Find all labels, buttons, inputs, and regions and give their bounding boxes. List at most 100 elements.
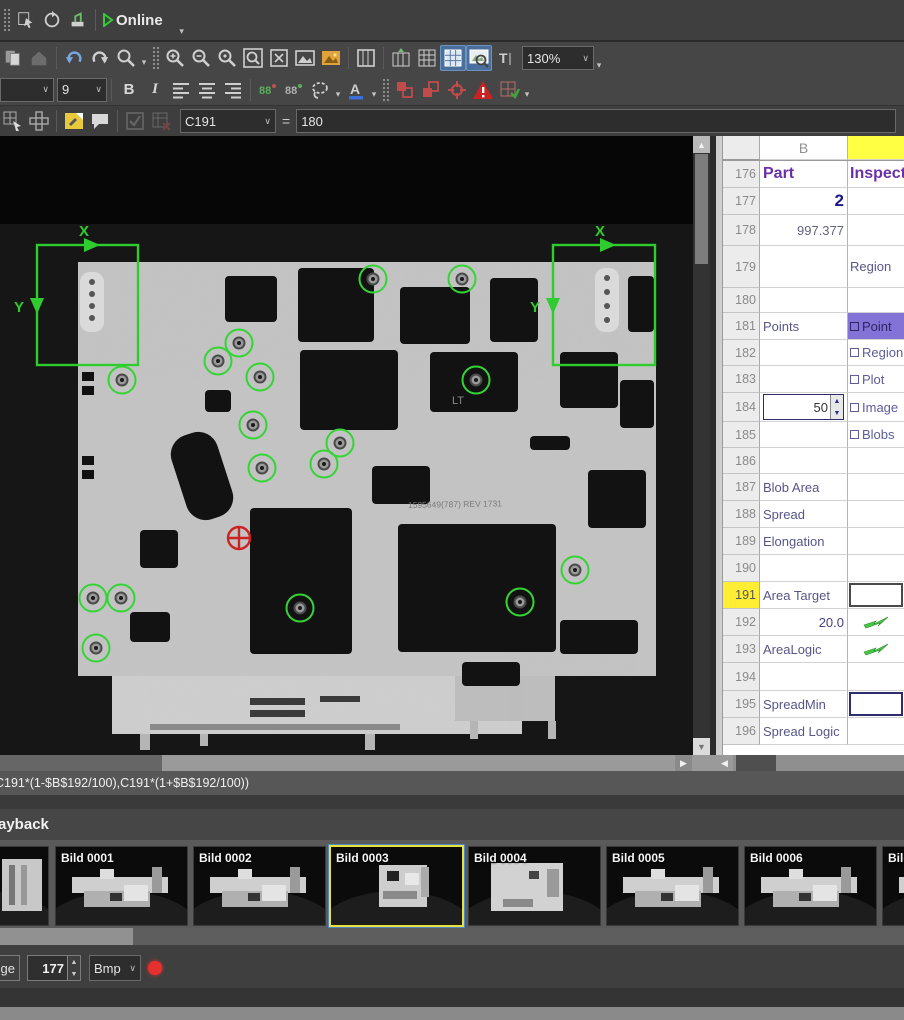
cell-state-icon[interactable]	[496, 77, 522, 103]
text-overlay-icon[interactable]: T	[492, 45, 518, 71]
row-header-180[interactable]: 180	[722, 288, 760, 313]
rotate-job-icon[interactable]	[39, 7, 65, 33]
row-header-183[interactable]: 183	[722, 366, 760, 393]
cell-C195[interactable]	[848, 691, 904, 718]
image-vertical-scrollbar[interactable]: ▲ ▼	[693, 136, 710, 755]
format-combo[interactable]: Bmp∨	[89, 955, 141, 981]
row-header-184[interactable]: 184	[722, 393, 760, 422]
cell-B186[interactable]	[760, 448, 848, 474]
cell-C196[interactable]	[848, 718, 904, 745]
zoom-out-icon[interactable]	[188, 45, 214, 71]
table-delete-icon[interactable]	[148, 108, 174, 134]
online-button[interactable]: Online	[116, 12, 163, 29]
cell-B184[interactable]: 50 ▲▼	[760, 393, 848, 422]
structure-icon[interactable]	[26, 108, 52, 134]
zoom-1to1-icon[interactable]	[214, 45, 240, 71]
bold-button[interactable]: B	[116, 77, 142, 103]
cell-B179[interactable]	[760, 246, 848, 288]
lasso-icon[interactable]	[307, 77, 333, 103]
cell-C193[interactable]	[848, 636, 904, 663]
cell-B177[interactable]: 2	[760, 188, 848, 215]
thumbnail-bild-0002[interactable]: Bild 0002	[193, 846, 326, 926]
decimal-format-icon[interactable]: 88	[281, 77, 307, 103]
image-viewport[interactable]: 1595649(787) REV 1731 LT X Y X Y	[0, 136, 693, 755]
row-header-191[interactable]: 191	[722, 582, 760, 609]
dropdown-arrow[interactable]: ▾	[139, 57, 149, 71]
insert-rows-icon[interactable]	[418, 77, 444, 103]
align-right-button[interactable]	[220, 77, 246, 103]
cell-B189[interactable]: Elongation	[760, 528, 848, 555]
column-header-c[interactable]	[848, 136, 904, 160]
cell-B180[interactable]	[760, 288, 848, 313]
image-display-icon[interactable]	[318, 45, 344, 71]
row-header-178[interactable]: 178	[722, 215, 760, 246]
number-format-icon[interactable]: 88	[255, 77, 281, 103]
edit-note-icon[interactable]	[61, 108, 87, 134]
cell-C187[interactable]	[848, 474, 904, 501]
scroll-left-button[interactable]: ◀	[716, 755, 733, 771]
select-tool-icon[interactable]	[0, 108, 26, 134]
row-header-189[interactable]: 189	[722, 528, 760, 555]
align-center-button[interactable]	[194, 77, 220, 103]
checkbox-icon[interactable]	[850, 348, 859, 357]
sheet-horizontal-scrollbar[interactable]: ◀	[716, 755, 904, 771]
italic-button[interactable]: I	[142, 77, 168, 103]
checkbox-icon[interactable]	[850, 403, 859, 412]
cell-B181[interactable]: Points	[760, 313, 848, 340]
cell-C188[interactable]	[848, 501, 904, 528]
zoom-pointer-icon[interactable]	[113, 45, 139, 71]
cell-C192[interactable]	[848, 609, 904, 636]
spin-up-icon[interactable]: ▲	[68, 956, 80, 968]
toolbar-grip[interactable]	[382, 78, 389, 102]
cell-B187[interactable]: Blob Area	[760, 474, 848, 501]
column-header-b[interactable]: B	[760, 136, 848, 160]
cell-B195[interactable]: SpreadMin	[760, 691, 848, 718]
cell-C181[interactable]: Point	[848, 313, 904, 340]
spreadsheet-panel[interactable]: B 176PartInspect1772178997.377179Region1…	[716, 136, 904, 755]
filmstrip-icon[interactable]	[353, 45, 379, 71]
row-header-176[interactable]: 176	[722, 161, 760, 188]
cell-B192[interactable]: 20.0	[760, 609, 848, 636]
scroll-up-button[interactable]: ▲	[693, 136, 710, 153]
scroll-right-button[interactable]: ▶	[675, 755, 692, 771]
cell-B178[interactable]: 997.377	[760, 215, 848, 246]
checkbox-icon[interactable]	[850, 375, 859, 384]
zoom-fit-icon[interactable]	[266, 45, 292, 71]
cell-B188[interactable]: Spread	[760, 501, 848, 528]
cell-B185[interactable]	[760, 422, 848, 448]
checkbox-icon[interactable]	[850, 322, 859, 331]
row-header-194[interactable]: 194	[722, 663, 760, 691]
row-header-195[interactable]: 195	[722, 691, 760, 718]
copy-icon[interactable]	[0, 45, 26, 71]
row-header-179[interactable]: 179	[722, 246, 760, 288]
grid-view-icon[interactable]	[440, 45, 466, 71]
cell-C194[interactable]	[848, 663, 904, 691]
redo-icon[interactable]	[87, 45, 113, 71]
toolbar-overflow[interactable]: ▾	[594, 60, 604, 74]
dropdown-arrow[interactable]: ▾	[522, 89, 532, 103]
cell-B193[interactable]: AreaLogic	[760, 636, 848, 663]
formula-input[interactable]: 180	[296, 109, 896, 133]
cell-C177[interactable]	[848, 188, 904, 215]
cell-C179[interactable]: Region	[848, 246, 904, 288]
cell-C180[interactable]	[848, 288, 904, 313]
cell-B194[interactable]	[760, 663, 848, 691]
cell-C178[interactable]	[848, 215, 904, 246]
spin-down-icon[interactable]: ▼	[68, 968, 80, 980]
cell-B176[interactable]: Part	[760, 161, 848, 188]
toolbar-grip[interactable]	[152, 46, 159, 70]
image-horizontal-scrollbar[interactable]: ▶	[0, 755, 716, 771]
row-header-182[interactable]: 182	[722, 340, 760, 366]
protect-icon[interactable]	[26, 45, 52, 71]
cell-C191[interactable]	[848, 582, 904, 609]
playback-panel-header[interactable]: ayback	[0, 809, 904, 840]
image-zoom-view-icon[interactable]	[466, 45, 492, 71]
font-family-combo[interactable]: ∨	[0, 78, 54, 102]
frame-number-spinner[interactable]: 177 ▲▼	[27, 955, 81, 981]
cell-B190[interactable]	[760, 555, 848, 582]
checkbox-tool-icon[interactable]	[122, 108, 148, 134]
row-header-193[interactable]: 193	[722, 636, 760, 663]
pointer-run-icon[interactable]	[13, 7, 39, 33]
zoom-image-icon[interactable]	[292, 45, 318, 71]
cell-reference-combo[interactable]: C191∨	[180, 109, 276, 133]
